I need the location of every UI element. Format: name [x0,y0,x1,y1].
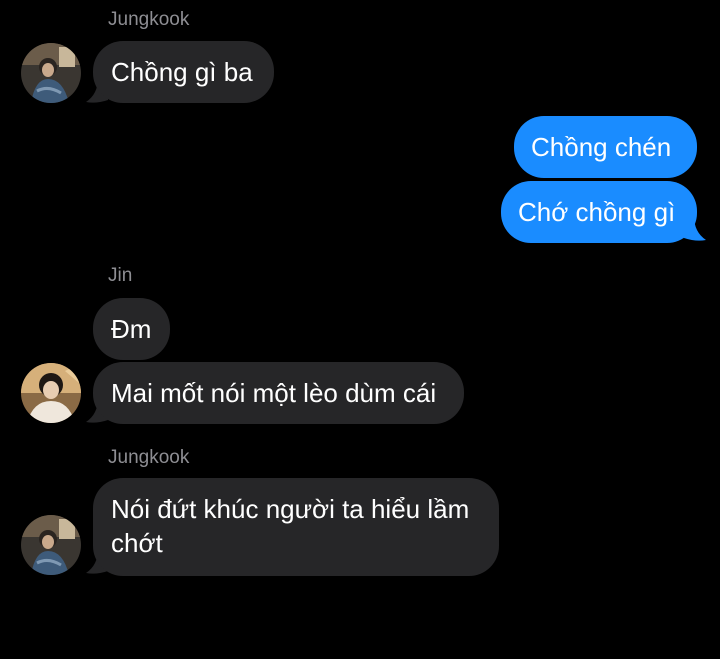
avatar[interactable] [21,515,81,575]
avatar[interactable] [21,363,81,423]
avatar[interactable] [21,43,81,103]
message-bubble[interactable]: Chồng gì ba [93,41,274,103]
sender-name: Jin [108,265,133,286]
jin-avatar-icon [21,363,81,423]
message-bubble[interactable]: Mai mốt nói một lèo dùm cái [93,362,464,424]
jungkook-avatar-icon [21,43,81,103]
message-bubble[interactable]: Nói đứt khúc người ta hiểu lầm chớt [93,478,499,576]
message-bubble[interactable]: Đm [93,298,170,360]
chat-thread: Jungkook Chồng gì ba Chồng chén Chớ chồn… [0,0,720,659]
jungkook-avatar-icon [21,515,81,575]
message-bubble-outgoing[interactable]: Chớ chồng gì [501,181,697,243]
sender-name: Jungkook [108,447,190,468]
sender-name: Jungkook [108,9,190,30]
message-bubble-outgoing[interactable]: Chồng chén [514,116,697,178]
